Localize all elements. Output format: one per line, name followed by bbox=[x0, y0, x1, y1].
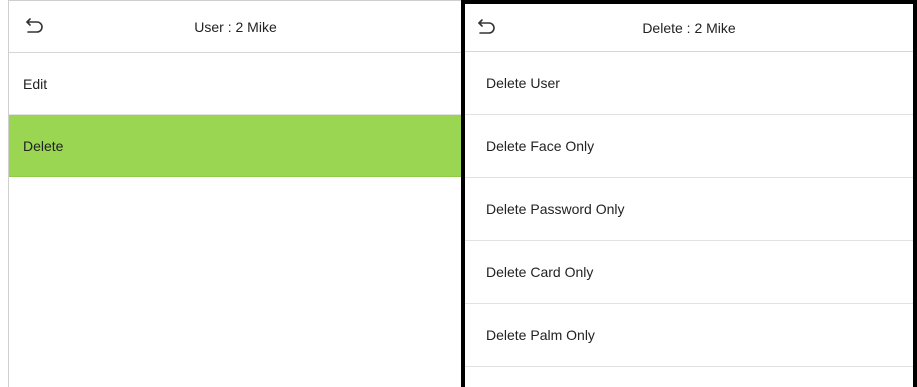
menu-item-delete-face-only[interactable]: Delete Face Only bbox=[465, 115, 913, 178]
menu-item-edit[interactable]: Edit bbox=[9, 53, 462, 115]
delete-menu-header: Delete : 2 Mike bbox=[465, 4, 913, 52]
menu-item-label: Delete Palm Only bbox=[486, 327, 595, 343]
menu-item-label: Delete bbox=[23, 137, 64, 154]
menu-item-delete-palm-only[interactable]: Delete Palm Only bbox=[465, 304, 913, 367]
menu-item-label: Delete Password Only bbox=[486, 201, 625, 217]
page-title: Delete : 2 Mike bbox=[642, 19, 736, 36]
menu-item-delete-card-only[interactable]: Delete Card Only bbox=[465, 241, 913, 304]
user-menu-panel: User : 2 Mike Edit Delete bbox=[8, 0, 462, 387]
delete-menu-panel: Delete : 2 Mike Delete User Delete Face … bbox=[461, 0, 917, 387]
menu-item-label: Delete Face Only bbox=[486, 138, 595, 154]
menu-item-label: Delete Card Only bbox=[486, 264, 594, 280]
menu-item-delete[interactable]: Delete bbox=[9, 115, 462, 177]
back-arrow-icon[interactable] bbox=[23, 14, 47, 38]
user-menu-header: User : 2 Mike bbox=[9, 1, 462, 53]
menu-item-delete-password-only[interactable]: Delete Password Only bbox=[465, 178, 913, 241]
menu-item-delete-user[interactable]: Delete User bbox=[465, 52, 913, 115]
back-arrow-icon[interactable] bbox=[475, 15, 499, 39]
menu-item-label: Delete User bbox=[486, 75, 560, 91]
menu-item-label: Edit bbox=[23, 75, 48, 92]
page-title: User : 2 Mike bbox=[194, 18, 277, 35]
